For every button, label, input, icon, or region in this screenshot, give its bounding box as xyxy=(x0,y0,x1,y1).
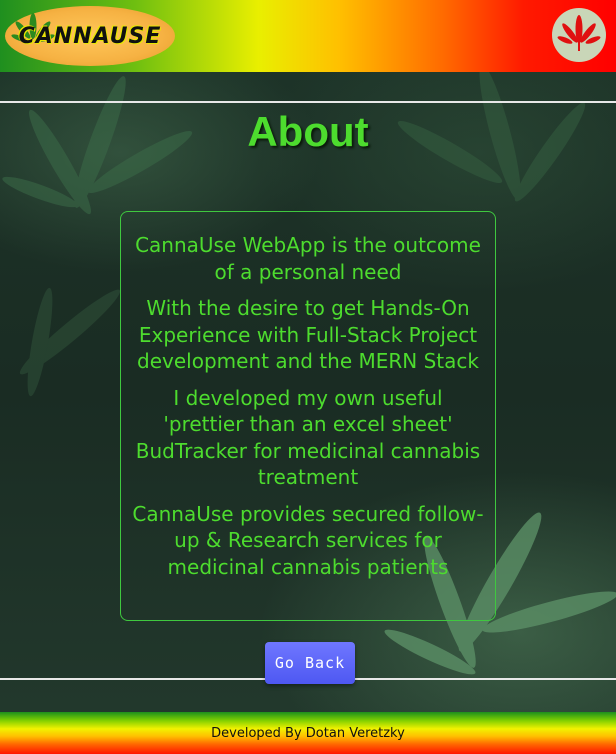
about-paragraph: With the desire to get Hands-On Experien… xyxy=(137,296,479,373)
cannause-logo[interactable]: CANNAUSE xyxy=(5,6,175,66)
footer: Developed By Dotan Veretzky xyxy=(0,712,616,754)
page-title: About xyxy=(247,108,369,155)
logo-text: CANNAUSE xyxy=(18,23,162,49)
top-header: CANNAUSE xyxy=(0,0,616,72)
about-paragraph: CannaUse provides secured follow-up & Re… xyxy=(132,501,484,579)
about-paragraph: CannaUse WebApp is the outcome of a pers… xyxy=(135,233,481,284)
about-card: CannaUse WebApp is the outcome of a pers… xyxy=(120,211,496,621)
top-divider xyxy=(0,101,616,103)
about-paragraph: I developed my own useful 'prettier than… xyxy=(135,385,481,490)
go-back-button[interactable]: Go Back xyxy=(265,642,355,684)
cannabis-leaf-button[interactable] xyxy=(552,8,606,62)
footer-credit: Developed By Dotan Veretzky xyxy=(211,726,405,741)
about-section: About CannaUse WebApp is the outcome of … xyxy=(0,72,616,712)
cannabis-leaf-icon xyxy=(557,15,601,51)
